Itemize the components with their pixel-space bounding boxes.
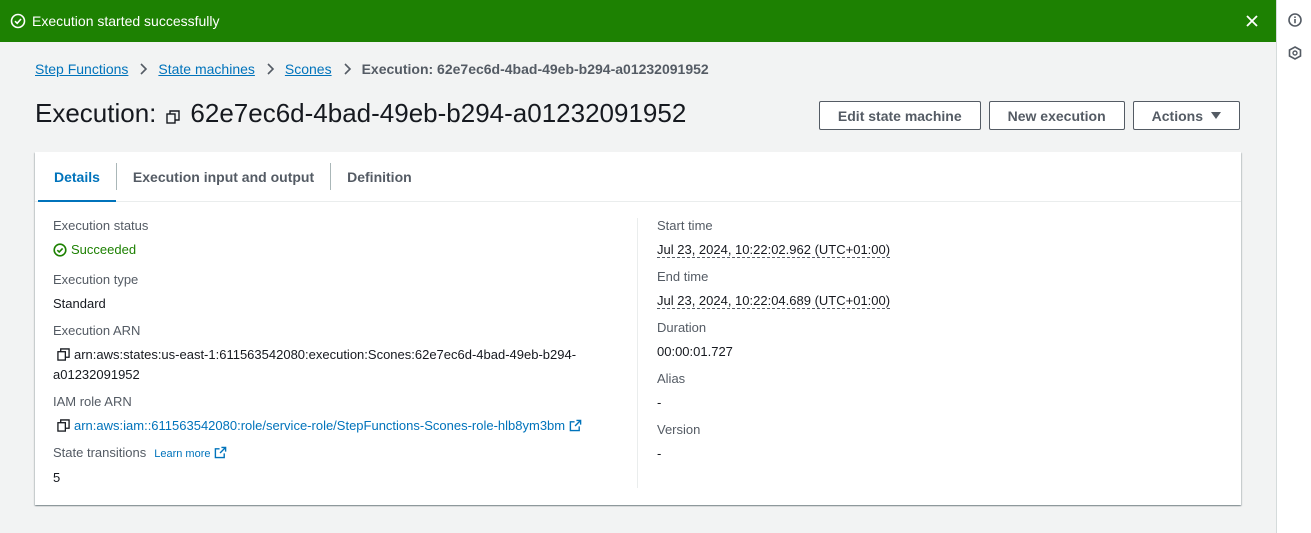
learn-more-link[interactable]: Learn more — [154, 448, 210, 460]
chevron-right-icon — [265, 62, 275, 76]
execution-arn-label: Execution ARN — [53, 323, 141, 338]
hexagon-icon[interactable] — [1288, 46, 1302, 60]
breadcrumb: Step Functions State machines Scones Exe… — [35, 61, 709, 77]
execution-status-field: Execution status Succeeded — [53, 218, 623, 263]
iam-role-arn-link[interactable]: arn:aws:iam::611563542080:role/service-r… — [74, 418, 565, 433]
alias-field: Alias - — [657, 371, 1217, 413]
copy-icon[interactable] — [57, 419, 70, 432]
execution-id: 62e7ec6d-4bad-49eb-b294-a01232091952 — [190, 98, 687, 128]
page-title: Execution: 62e7ec6d-4bad-49eb-b294-a0123… — [35, 98, 686, 129]
tab-bar: Details Execution input and output Defin… — [35, 152, 1241, 202]
execution-arn-field: Execution ARN arn:aws:states:us-east-1:6… — [53, 323, 623, 385]
flash-message: Execution started successfully — [32, 13, 220, 29]
start-time-label: Start time — [657, 218, 713, 233]
start-time-field: Start time Jul 23, 2024, 10:22:02.962 (U… — [657, 218, 1217, 260]
details-right-column: Start time Jul 23, 2024, 10:22:02.962 (U… — [657, 218, 1217, 473]
header-actions: Edit state machine New execution Actions — [818, 101, 1240, 130]
actions-dropdown-button[interactable]: Actions — [1132, 101, 1240, 130]
new-execution-button[interactable]: New execution — [988, 101, 1125, 130]
version-value: - — [657, 446, 662, 461]
end-time-value[interactable]: Jul 23, 2024, 10:22:04.689 (UTC+01:00) — [657, 293, 891, 309]
end-time-field: End time Jul 23, 2024, 10:22:04.689 (UTC… — [657, 269, 1217, 311]
details-panel: Details Execution input and output Defin… — [35, 152, 1241, 505]
execution-type-value: Standard — [53, 296, 106, 311]
duration-label: Duration — [657, 320, 707, 335]
copy-icon[interactable] — [57, 348, 70, 361]
chevron-right-icon — [138, 62, 148, 76]
execution-arn-value-cont: a01232091952 — [53, 367, 140, 382]
status-badge: Succeeded — [53, 240, 136, 260]
actions-label: Actions — [1151, 107, 1203, 124]
execution-arn-value: arn:aws:states:us-east-1:611563542080:ex… — [74, 347, 577, 362]
success-flash-banner: Execution started successfully — [0, 0, 1276, 42]
iam-role-arn-label: IAM role ARN — [53, 394, 132, 409]
check-circle-icon — [53, 243, 67, 257]
end-time-label: End time — [657, 269, 709, 284]
duration-field: Duration 00:00:01.727 — [657, 320, 1217, 362]
utility-rail — [1276, 0, 1311, 533]
tab-details[interactable]: Details — [38, 152, 116, 202]
iam-role-arn-field: IAM role ARN arn:aws:iam::611563542080:r… — [53, 394, 623, 436]
execution-status-label: Execution status — [53, 218, 149, 233]
external-link-icon — [569, 419, 582, 432]
check-circle-icon — [10, 13, 26, 29]
caret-down-icon — [1211, 111, 1221, 120]
state-transitions-field: State transitions Learn more 5 — [53, 445, 623, 488]
breadcrumb-step-functions[interactable]: Step Functions — [35, 61, 128, 77]
tab-definition[interactable]: Definition — [331, 152, 428, 201]
external-link-icon — [214, 446, 227, 459]
execution-type-field: Execution type Standard — [53, 272, 623, 314]
version-label: Version — [657, 422, 701, 437]
chevron-right-icon — [342, 62, 352, 76]
column-divider — [637, 218, 638, 488]
start-time-value[interactable]: Jul 23, 2024, 10:22:02.962 (UTC+01:00) — [657, 242, 891, 258]
breadcrumb-state-machines[interactable]: State machines — [158, 61, 255, 77]
details-left-column: Execution status Succeeded Execution typ… — [53, 218, 623, 497]
edit-state-machine-button[interactable]: Edit state machine — [818, 101, 981, 130]
alias-label: Alias — [657, 371, 686, 386]
alias-value: - — [657, 395, 662, 410]
info-icon[interactable] — [1288, 13, 1302, 27]
breadcrumb-current: Execution: 62e7ec6d-4bad-49eb-b294-a0123… — [361, 61, 709, 77]
state-transitions-label: State transitions — [53, 445, 147, 460]
page-title-prefix: Execution: — [35, 98, 157, 128]
status-value: Succeeded — [71, 242, 137, 257]
version-field: Version - — [657, 422, 1217, 464]
breadcrumb-scones[interactable]: Scones — [285, 61, 332, 77]
duration-value: 00:00:01.727 — [657, 344, 733, 359]
copy-icon[interactable] — [166, 109, 181, 124]
close-icon[interactable] — [1244, 13, 1260, 29]
state-transitions-value: 5 — [53, 470, 61, 485]
tab-execution-input-output[interactable]: Execution input and output — [117, 152, 330, 201]
execution-type-label: Execution type — [53, 272, 139, 287]
